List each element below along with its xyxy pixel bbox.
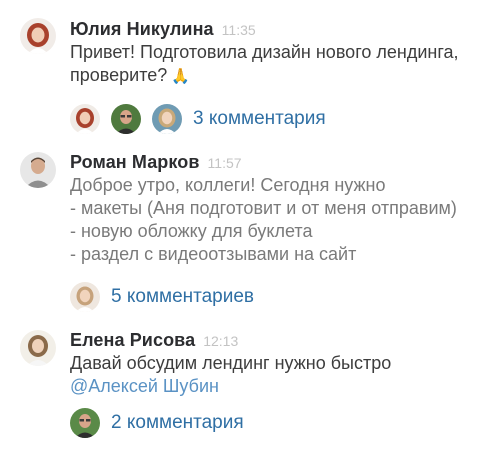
reply-avatar xyxy=(70,104,100,134)
message-line: Давай обсудим лендинг нужно быстро xyxy=(70,353,392,373)
message-header: Роман Марков 11:57 xyxy=(70,152,242,173)
timestamp: 11:57 xyxy=(207,155,242,171)
avatar-woman-blonde-icon xyxy=(70,282,100,312)
reply-avatar xyxy=(152,104,182,134)
avatar-man-glasses-icon xyxy=(111,104,141,134)
avatar[interactable] xyxy=(20,330,56,366)
author-name[interactable]: Елена Рисова xyxy=(70,330,195,350)
avatar[interactable] xyxy=(20,18,56,54)
message-line: Доброе утро, коллеги! Сегодня нужно xyxy=(70,175,386,195)
thread-replies-button[interactable]: 5 комментариев xyxy=(70,281,254,313)
avatar-woman-red-icon xyxy=(70,104,100,134)
reply-avatar xyxy=(111,104,141,134)
reply-avatar xyxy=(70,408,100,438)
message-line: Привет! Подготовила дизайн нового лендин… xyxy=(70,42,459,62)
avatar-woman-icon xyxy=(20,330,56,366)
author-name[interactable]: Роман Марков xyxy=(70,152,200,172)
message-line: - новую обложку для буклета xyxy=(70,221,313,241)
avatar-woman-blonde-icon xyxy=(152,104,182,134)
pray-emoji-icon: 🙏 xyxy=(171,68,190,85)
message-text: Привет! Подготовила дизайн нового лендин… xyxy=(70,41,459,87)
reply-count-link[interactable]: 2 комментария xyxy=(111,412,244,434)
user-mention-link[interactable]: @Алексей Шубин xyxy=(70,375,391,398)
message-line: - макеты (Аня подготовит и от меня отпра… xyxy=(70,198,457,218)
message-line: проверите? 🙏 xyxy=(70,64,459,87)
message-line-text: проверите? xyxy=(70,65,168,85)
message-header: Юлия Никулина 11:35 xyxy=(70,19,256,40)
reply-avatar xyxy=(70,282,100,312)
message-text: Давай обсудим лендинг нужно быстро @Алек… xyxy=(70,352,391,398)
message-header: Елена Рисова 12:13 xyxy=(70,330,238,351)
message-line: - раздел с видеоотзывами на сайт xyxy=(70,244,357,264)
timestamp: 11:35 xyxy=(221,22,256,38)
author-name[interactable]: Юлия Никулина xyxy=(70,19,214,39)
avatar-man-glasses-icon xyxy=(70,408,100,438)
avatar-woman-red-icon xyxy=(20,18,56,54)
message-text: Доброе утро, коллеги! Сегодня нужно - ма… xyxy=(70,174,457,266)
avatar-man-icon xyxy=(20,152,56,188)
avatar[interactable] xyxy=(20,152,56,188)
message-feed: Юлия Никулина 11:35 Привет! Подготовила д… xyxy=(0,0,500,465)
thread-replies-button[interactable]: 2 комментария xyxy=(70,407,244,439)
thread-replies-button[interactable]: 3 комментария xyxy=(70,103,326,135)
timestamp: 12:13 xyxy=(203,333,239,349)
reply-count-link[interactable]: 3 комментария xyxy=(193,108,326,130)
reply-count-link[interactable]: 5 комментариев xyxy=(111,286,254,308)
